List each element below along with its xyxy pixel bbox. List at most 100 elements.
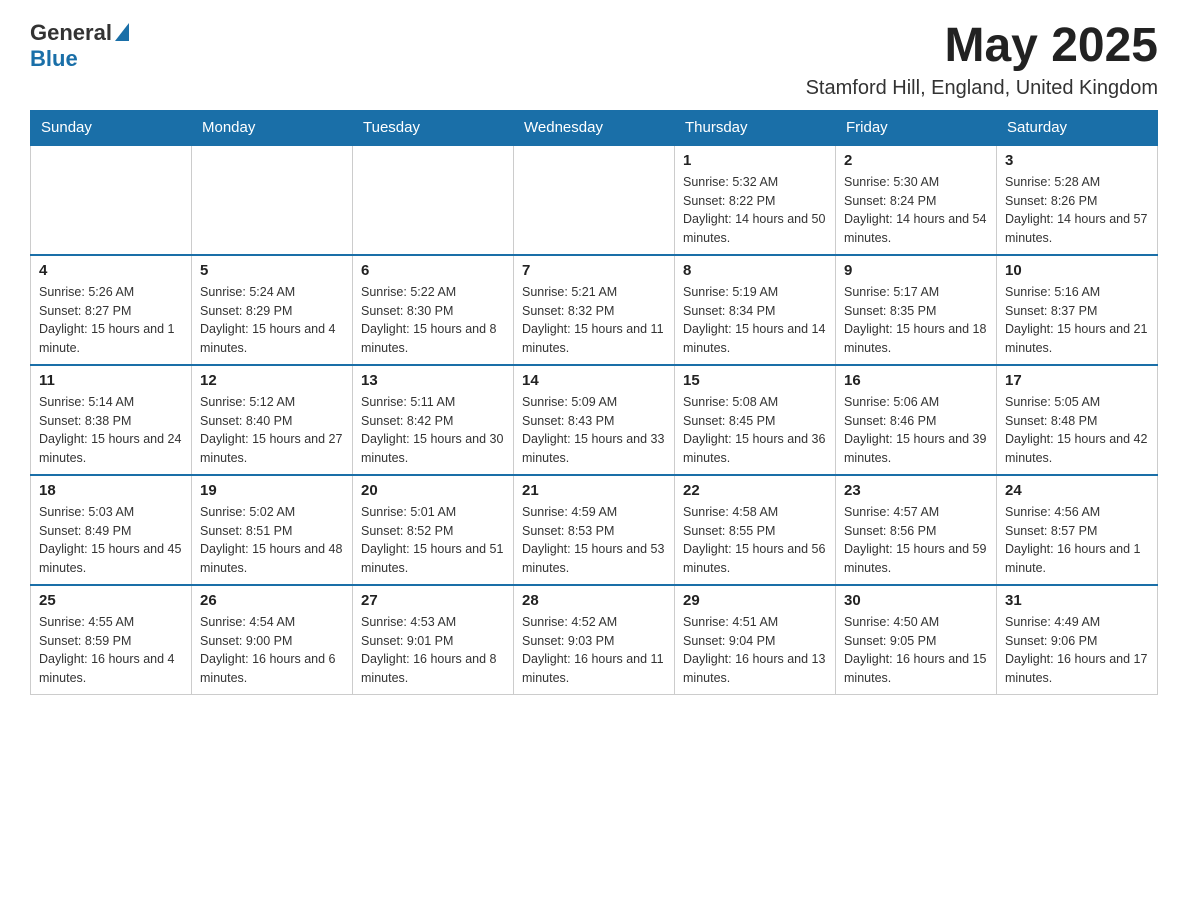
calendar-day-cell: 18 Sunrise: 5:03 AMSunset: 8:49 PMDayligh… bbox=[31, 475, 192, 585]
calendar-day-cell: 14 Sunrise: 5:09 AMSunset: 8:43 PMDayligh… bbox=[514, 365, 675, 475]
calendar-day-cell: 10 Sunrise: 5:16 AMSunset: 8:37 PMDayligh… bbox=[997, 255, 1158, 365]
day-number: 13 bbox=[361, 372, 505, 389]
day-number: 12 bbox=[200, 372, 344, 389]
day-number: 11 bbox=[39, 372, 183, 389]
day-number: 1 bbox=[683, 152, 827, 169]
logo-arrow-icon bbox=[115, 23, 129, 41]
day-info: Sunrise: 4:53 AMSunset: 9:01 PMDaylight:… bbox=[361, 613, 505, 688]
calendar-day-cell: 2Sunrise: 5:30 AMSunset: 8:24 PMDaylight… bbox=[836, 145, 997, 255]
calendar-week-row: 4Sunrise: 5:26 AMSunset: 8:27 PMDaylight… bbox=[31, 255, 1158, 365]
day-info: Sunrise: 4:56 AMSunset: 8:57 PMDaylight:… bbox=[1005, 503, 1149, 578]
logo: General Blue bbox=[30, 20, 129, 72]
day-info: Sunrise: 5:14 AMSunset: 8:38 PMDaylight:… bbox=[39, 393, 183, 468]
day-number: 30 bbox=[844, 592, 988, 609]
day-number: 25 bbox=[39, 592, 183, 609]
day-info: Sunrise: 5:05 AMSunset: 8:48 PMDaylight:… bbox=[1005, 393, 1149, 468]
calendar-day-cell: 26Sunrise: 4:54 AMSunset: 9:00 PMDayligh… bbox=[192, 585, 353, 695]
day-info: Sunrise: 4:58 AMSunset: 8:55 PMDaylight:… bbox=[683, 503, 827, 578]
page-header: General Blue May 2025 Stamford Hill, Eng… bbox=[30, 20, 1158, 100]
calendar-table: SundayMondayTuesdayWednesdayThursdayFrid… bbox=[30, 110, 1158, 695]
calendar-day-cell: 12 Sunrise: 5:12 AMSunset: 8:40 PMDayligh… bbox=[192, 365, 353, 475]
day-info: Sunrise: 5:01 AMSunset: 8:52 PMDaylight:… bbox=[361, 503, 505, 578]
day-number: 23 bbox=[844, 482, 988, 499]
day-info: Sunrise: 5:08 AMSunset: 8:45 PMDaylight:… bbox=[683, 393, 827, 468]
day-info: Sunrise: 4:50 AMSunset: 9:05 PMDaylight:… bbox=[844, 613, 988, 688]
day-number: 19 bbox=[200, 482, 344, 499]
day-info: Sunrise: 5:19 AMSunset: 8:34 PMDaylight:… bbox=[683, 283, 827, 358]
calendar-day-cell bbox=[31, 145, 192, 255]
day-info: Sunrise: 5:17 AMSunset: 8:35 PMDaylight:… bbox=[844, 283, 988, 358]
calendar-day-cell: 6Sunrise: 5:22 AMSunset: 8:30 PMDaylight… bbox=[353, 255, 514, 365]
calendar-week-row: 25 Sunrise: 4:55 AMSunset: 8:59 PMDayligh… bbox=[31, 585, 1158, 695]
calendar-day-cell: 7Sunrise: 5:21 AMSunset: 8:32 PMDaylight… bbox=[514, 255, 675, 365]
calendar-day-cell: 16 Sunrise: 5:06 AMSunset: 8:46 PMDayligh… bbox=[836, 365, 997, 475]
day-number: 4 bbox=[39, 262, 183, 279]
day-info: Sunrise: 5:06 AMSunset: 8:46 PMDaylight:… bbox=[844, 393, 988, 468]
day-info: Sunrise: 4:57 AMSunset: 8:56 PMDaylight:… bbox=[844, 503, 988, 578]
day-number: 24 bbox=[1005, 482, 1149, 499]
day-info: Sunrise: 4:52 AMSunset: 9:03 PMDaylight:… bbox=[522, 613, 666, 688]
calendar-day-cell: 22 Sunrise: 4:58 AMSunset: 8:55 PMDayligh… bbox=[675, 475, 836, 585]
calendar-week-row: 11 Sunrise: 5:14 AMSunset: 8:38 PMDayligh… bbox=[31, 365, 1158, 475]
day-info: Sunrise: 5:02 AMSunset: 8:51 PMDaylight:… bbox=[200, 503, 344, 578]
calendar-day-cell: 4Sunrise: 5:26 AMSunset: 8:27 PMDaylight… bbox=[31, 255, 192, 365]
calendar-day-cell: 13Sunrise: 5:11 AMSunset: 8:42 PMDayligh… bbox=[353, 365, 514, 475]
day-info: Sunrise: 4:55 AMSunset: 8:59 PMDaylight:… bbox=[39, 613, 183, 688]
day-info: Sunrise: 5:21 AMSunset: 8:32 PMDaylight:… bbox=[522, 283, 666, 358]
calendar-day-cell: 9 Sunrise: 5:17 AMSunset: 8:35 PMDaylight… bbox=[836, 255, 997, 365]
calendar-day-cell: 8 Sunrise: 5:19 AMSunset: 8:34 PMDaylight… bbox=[675, 255, 836, 365]
day-info: Sunrise: 5:32 AMSunset: 8:22 PMDaylight:… bbox=[683, 173, 827, 248]
calendar-day-cell: 11 Sunrise: 5:14 AMSunset: 8:38 PMDayligh… bbox=[31, 365, 192, 475]
day-number: 31 bbox=[1005, 592, 1149, 609]
calendar-day-cell: 28 Sunrise: 4:52 AMSunset: 9:03 PMDayligh… bbox=[514, 585, 675, 695]
day-info: Sunrise: 5:16 AMSunset: 8:37 PMDaylight:… bbox=[1005, 283, 1149, 358]
calendar-day-cell: 25 Sunrise: 4:55 AMSunset: 8:59 PMDayligh… bbox=[31, 585, 192, 695]
day-info: Sunrise: 5:12 AMSunset: 8:40 PMDaylight:… bbox=[200, 393, 344, 468]
calendar-day-cell: 5Sunrise: 5:24 AMSunset: 8:29 PMDaylight… bbox=[192, 255, 353, 365]
calendar-header-row: SundayMondayTuesdayWednesdayThursdayFrid… bbox=[31, 110, 1158, 145]
calendar-day-cell: 21Sunrise: 4:59 AMSunset: 8:53 PMDayligh… bbox=[514, 475, 675, 585]
calendar-day-cell bbox=[353, 145, 514, 255]
day-number: 22 bbox=[683, 482, 827, 499]
title-block: May 2025 Stamford Hill, England, United … bbox=[806, 20, 1158, 100]
calendar-header-wednesday: Wednesday bbox=[514, 110, 675, 145]
day-number: 28 bbox=[522, 592, 666, 609]
day-number: 3 bbox=[1005, 152, 1149, 169]
calendar-day-cell bbox=[514, 145, 675, 255]
calendar-header-friday: Friday bbox=[836, 110, 997, 145]
day-info: Sunrise: 4:51 AMSunset: 9:04 PMDaylight:… bbox=[683, 613, 827, 688]
day-number: 21 bbox=[522, 482, 666, 499]
location-subtitle: Stamford Hill, England, United Kingdom bbox=[806, 77, 1158, 100]
day-number: 8 bbox=[683, 262, 827, 279]
day-number: 29 bbox=[683, 592, 827, 609]
day-number: 14 bbox=[522, 372, 666, 389]
day-number: 17 bbox=[1005, 372, 1149, 389]
calendar-day-cell: 31Sunrise: 4:49 AMSunset: 9:06 PMDayligh… bbox=[997, 585, 1158, 695]
month-year-title: May 2025 bbox=[806, 20, 1158, 73]
logo-blue-text: Blue bbox=[30, 46, 78, 72]
day-number: 2 bbox=[844, 152, 988, 169]
calendar-week-row: 1 Sunrise: 5:32 AMSunset: 8:22 PMDaylight… bbox=[31, 145, 1158, 255]
calendar-day-cell bbox=[192, 145, 353, 255]
calendar-day-cell: 1 Sunrise: 5:32 AMSunset: 8:22 PMDaylight… bbox=[675, 145, 836, 255]
day-number: 6 bbox=[361, 262, 505, 279]
day-number: 18 bbox=[39, 482, 183, 499]
day-number: 15 bbox=[683, 372, 827, 389]
day-info: Sunrise: 5:03 AMSunset: 8:49 PMDaylight:… bbox=[39, 503, 183, 578]
day-number: 16 bbox=[844, 372, 988, 389]
calendar-header-thursday: Thursday bbox=[675, 110, 836, 145]
day-info: Sunrise: 5:24 AMSunset: 8:29 PMDaylight:… bbox=[200, 283, 344, 358]
calendar-day-cell: 19 Sunrise: 5:02 AMSunset: 8:51 PMDayligh… bbox=[192, 475, 353, 585]
calendar-day-cell: 23 Sunrise: 4:57 AMSunset: 8:56 PMDayligh… bbox=[836, 475, 997, 585]
calendar-day-cell: 29 Sunrise: 4:51 AMSunset: 9:04 PMDayligh… bbox=[675, 585, 836, 695]
day-info: Sunrise: 5:28 AMSunset: 8:26 PMDaylight:… bbox=[1005, 173, 1149, 248]
calendar-day-cell: 24 Sunrise: 4:56 AMSunset: 8:57 PMDayligh… bbox=[997, 475, 1158, 585]
calendar-week-row: 18 Sunrise: 5:03 AMSunset: 8:49 PMDayligh… bbox=[31, 475, 1158, 585]
day-number: 9 bbox=[844, 262, 988, 279]
calendar-day-cell: 30 Sunrise: 4:50 AMSunset: 9:05 PMDayligh… bbox=[836, 585, 997, 695]
day-number: 10 bbox=[1005, 262, 1149, 279]
day-info: Sunrise: 5:09 AMSunset: 8:43 PMDaylight:… bbox=[522, 393, 666, 468]
calendar-day-cell: 3 Sunrise: 5:28 AMSunset: 8:26 PMDaylight… bbox=[997, 145, 1158, 255]
logo-general-text: General bbox=[30, 20, 112, 46]
day-number: 27 bbox=[361, 592, 505, 609]
